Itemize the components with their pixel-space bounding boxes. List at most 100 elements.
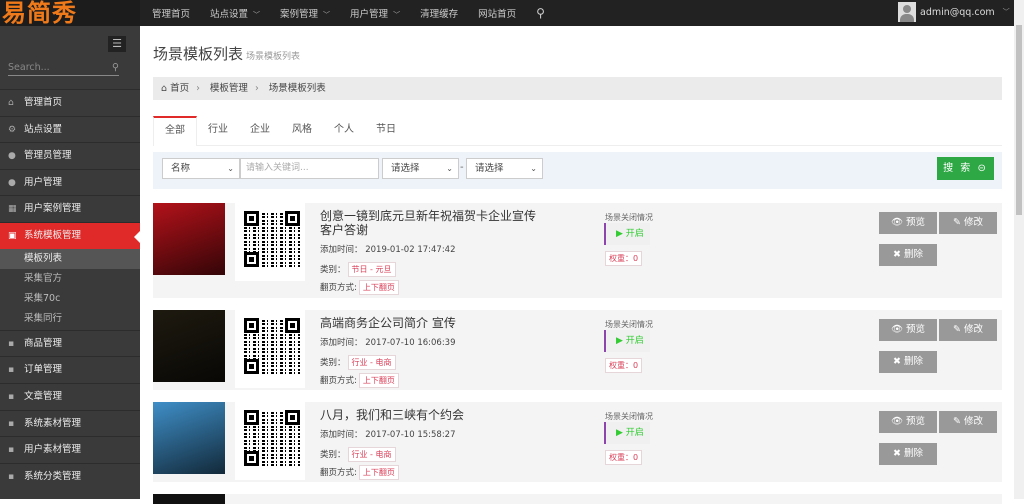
- close-icon: ✖: [892, 249, 901, 260]
- edit-button[interactable]: ✎ 修改: [939, 411, 997, 433]
- template-thumbnail[interactable]: [153, 203, 225, 275]
- delete-button[interactable]: ✖ 删除: [879, 443, 937, 465]
- nav-label: 用户管理: [350, 9, 389, 20]
- user-menu[interactable]: admin@qq.com ﹀: [898, 2, 1010, 22]
- edit-button[interactable]: ✎ 修改: [939, 212, 997, 234]
- tab-holiday[interactable]: 节日: [365, 116, 407, 145]
- nav-site-settings[interactable]: 站点设置 ﹀: [210, 6, 260, 20]
- tab-all[interactable]: 全部: [153, 116, 197, 146]
- sidebar-item-label: 用户管理: [24, 176, 63, 188]
- chevron-down-icon: ⌄: [446, 164, 453, 173]
- menu-toggle-icon[interactable]: ☰: [108, 36, 126, 52]
- sidebar-subitem-collect-official[interactable]: 采集官方: [0, 269, 140, 289]
- edit-button[interactable]: ✎ 修改: [939, 319, 997, 341]
- tab-industry[interactable]: 行业: [197, 116, 239, 145]
- sidebar-item-label: 管理首页: [24, 97, 63, 108]
- weight-badge: 权重：0: [605, 358, 643, 373]
- template-title[interactable]: 创意一镜到底元旦新年祝福贺卡企业宣传客户答谢: [320, 209, 545, 237]
- template-card: 创意一镜到底元旦新年祝福贺卡企业宣传客户答谢 添加时间： 2019-01-02 …: [153, 203, 1002, 298]
- nav-home[interactable]: 管理首页: [152, 6, 190, 20]
- nav-user-management[interactable]: 用户管理 ﹀: [350, 6, 400, 20]
- sidebar-item-system-templates[interactable]: ▣ 系统模板管理: [0, 221, 140, 249]
- tab-style[interactable]: 风格: [281, 116, 323, 145]
- select-value: 请选择: [475, 163, 504, 174]
- search-icon[interactable]: ⚲: [112, 60, 119, 76]
- sidebar-item-orders[interactable]: ▪ 订单管理: [0, 356, 140, 383]
- top-navbar: 易简秀 管理首页 站点设置 ﹀ 案例管理 ﹀ 用户管理 ﹀ 清理缓存 网站首页 ⚲ a…: [0, 0, 1014, 26]
- preview-button[interactable]: 👁 预览: [879, 411, 937, 433]
- status-toggle[interactable]: ▶ 开启: [604, 422, 650, 444]
- category-icon: ▪: [8, 471, 15, 482]
- sidebar-subitem-collect-peers[interactable]: 采集同行: [0, 309, 140, 329]
- template-card: 八月，我们和三峡有个约会 添加时间： 2017-07-10 15:58:27 类…: [153, 402, 1002, 482]
- label: 翻页方式:: [320, 468, 357, 478]
- sidebar-item-users[interactable]: ● 用户管理: [0, 168, 140, 196]
- scrollbar[interactable]: [1014, 0, 1024, 499]
- breadcrumb-home[interactable]: 首页: [170, 83, 189, 94]
- sidebar-item-site-settings[interactable]: ⚙ 站点设置: [0, 115, 140, 143]
- logo[interactable]: 易简秀: [0, 0, 140, 26]
- category-select-2[interactable]: 请选择 ⌄: [466, 158, 543, 179]
- category: 类别： 节日 - 元旦: [320, 262, 396, 277]
- nav-label: 网站首页: [478, 9, 517, 20]
- pencil-icon: ✎: [952, 416, 961, 427]
- template-title[interactable]: 八月，我们和三峡有个约会: [320, 408, 545, 422]
- sidebar-item-system-assets[interactable]: ▪ 系统素材管理: [0, 409, 140, 437]
- status-value: 开启: [625, 229, 644, 239]
- tab-personal[interactable]: 个人: [323, 116, 365, 145]
- chevron-down-icon: ﹀: [393, 11, 401, 19]
- template-thumbnail[interactable]: [153, 402, 225, 474]
- sidebar-item-home[interactable]: ⌂ 管理首页: [0, 89, 140, 116]
- nav-case-management[interactable]: 案例管理 ﹀: [280, 6, 330, 20]
- search-button[interactable]: 搜 索 ⊝: [937, 157, 994, 180]
- sidebar-search-input[interactable]: Search... ⚲: [8, 60, 119, 76]
- nav-clear-cache[interactable]: 清理缓存: [420, 6, 458, 20]
- template-title[interactable]: 高端商务企公司简介 宣传: [320, 316, 545, 330]
- sidebar-item-admins[interactable]: ● 管理员管理: [0, 142, 140, 169]
- flip-tag: 上下翻页: [358, 280, 399, 295]
- keyword-input[interactable]: 请输入关键词...: [240, 158, 379, 179]
- breadcrumb: ⌂ 首页 › 模板管理 › 场景模板列表: [153, 77, 1002, 100]
- label: 翻页方式:: [320, 376, 357, 386]
- chevron-down-icon: ⌄: [530, 164, 537, 173]
- home-icon: ⌂: [8, 98, 14, 108]
- qr-code: [235, 310, 305, 388]
- category-select-1[interactable]: 请选择 ⌄: [382, 158, 459, 179]
- scrollbar-thumb[interactable]: [1016, 25, 1022, 215]
- qr-code: [235, 203, 305, 281]
- preview-button[interactable]: 👁 预览: [879, 212, 937, 234]
- user-email: admin@qq.com: [920, 6, 995, 18]
- sidebar-subitem-collect-70c[interactable]: 采集70c: [0, 289, 140, 309]
- nav-label: 案例管理: [280, 9, 319, 20]
- sidebar-item-label: 管理员管理: [24, 150, 72, 162]
- home-icon: ⌂: [161, 83, 168, 94]
- sidebar-item-user-assets[interactable]: ▪ 用户素材管理: [0, 436, 140, 463]
- pencil-icon: ✎: [952, 217, 961, 228]
- sidebar-item-user-cases[interactable]: ▦ 用户案例管理: [0, 195, 140, 222]
- status-label: 场景关闭情况: [605, 213, 653, 222]
- status-toggle[interactable]: ▶ 开启: [604, 223, 650, 245]
- status-toggle[interactable]: ▶ 开启: [604, 330, 650, 352]
- preview-button[interactable]: 👁 预览: [879, 319, 937, 341]
- delete-button[interactable]: ✖ 删除: [879, 244, 937, 266]
- field-select[interactable]: 名称 ⌄: [162, 158, 240, 179]
- template-thumbnail[interactable]: [153, 310, 225, 382]
- page-subtitle: 场景模板列表: [246, 52, 301, 62]
- pencil-icon: ✎: [952, 324, 961, 335]
- breadcrumb-template-management[interactable]: 模板管理: [210, 83, 248, 94]
- sidebar-item-label: 系统模板管理: [24, 229, 82, 241]
- top-nav: 管理首页 站点设置 ﹀ 案例管理 ﹀ 用户管理 ﹀ 清理缓存 网站首页 ⚲: [142, 0, 555, 26]
- play-icon: ▶: [616, 428, 623, 438]
- template-thumbnail[interactable]: [153, 494, 225, 504]
- added-time: 添加时间： 2019-01-02 17:47:42: [320, 243, 456, 255]
- time-value: 2019-01-02 17:47:42: [365, 245, 456, 255]
- sidebar-item-products[interactable]: ▪ 商品管理: [0, 329, 140, 357]
- sidebar-subitem-template-list[interactable]: 模板列表: [0, 248, 140, 269]
- sidebar-item-system-categories[interactable]: ▪ 系统分类管理: [0, 462, 140, 490]
- nav-website-home[interactable]: 网站首页: [478, 6, 516, 20]
- delete-button[interactable]: ✖ 删除: [879, 351, 937, 373]
- search-icon[interactable]: ⚲: [536, 6, 545, 20]
- sidebar-item-label: 用户案例管理: [24, 203, 82, 215]
- tab-enterprise[interactable]: 企业: [239, 116, 281, 145]
- sidebar-item-articles[interactable]: ▪ 文章管理: [0, 382, 140, 410]
